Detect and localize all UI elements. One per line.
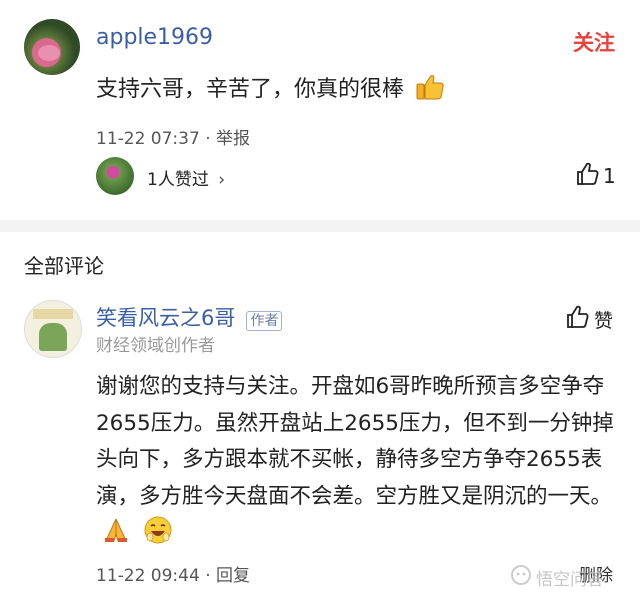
comment-time: 11-22 07:37 bbox=[96, 129, 200, 149]
like-count: 1 bbox=[603, 164, 616, 188]
comment-username[interactable]: apple1969 bbox=[96, 25, 213, 50]
avatar-flower bbox=[38, 45, 60, 61]
section-divider bbox=[0, 220, 640, 232]
liker-avatar[interactable] bbox=[96, 157, 134, 195]
thumbs-up-emoji-icon bbox=[415, 73, 445, 107]
praying-hands-emoji-icon bbox=[102, 516, 130, 557]
reply-like-label: 赞 bbox=[594, 309, 614, 332]
reply-text: 谢谢您的支持与关注。开盘如6哥昨晚所预言多空争夺2655压力。虽然开盘站上265… bbox=[96, 369, 616, 558]
author-subtitle: 财经领域创作者 bbox=[96, 336, 215, 356]
likes-summary-link[interactable]: 1人赞过 › bbox=[147, 165, 225, 190]
like-button[interactable]: 1 bbox=[576, 162, 616, 190]
comment-text-body: 支持六哥，辛苦了，你真的很棒 bbox=[96, 77, 405, 102]
watermark: 悟空问答 bbox=[510, 564, 604, 591]
separator-dot: · bbox=[205, 566, 217, 586]
author-username[interactable]: 笑看风云之6哥 bbox=[96, 306, 235, 330]
likes-summary-text: 1人赞过 bbox=[147, 170, 209, 190]
author-avatar[interactable] bbox=[24, 300, 82, 358]
chevron-right-icon: › bbox=[218, 170, 226, 190]
avatar[interactable] bbox=[24, 19, 80, 75]
reply-meta: 11-22 09:44 · 回复 bbox=[96, 561, 250, 586]
thumbs-up-icon bbox=[566, 305, 590, 333]
section-title: 全部评论 bbox=[24, 254, 104, 278]
reply-link[interactable]: 回复 bbox=[216, 566, 250, 586]
author-name-row: 笑看风云之6哥 作者 bbox=[96, 302, 283, 332]
watermark-logo-icon bbox=[510, 564, 532, 591]
laughing-face-emoji-icon bbox=[143, 515, 173, 558]
avatar-figure bbox=[39, 323, 67, 351]
comment-meta: 11-22 07:37 · 举报 bbox=[96, 124, 250, 149]
reply-text-body: 谢谢您的支持与关注。开盘如6哥昨晚所预言多空争夺2655压力。虽然开盘站上265… bbox=[96, 374, 614, 509]
comment-text: 支持六哥，辛苦了，你真的很棒 bbox=[96, 71, 445, 107]
reply-like-button[interactable]: 赞 bbox=[566, 305, 613, 333]
avatar-banner bbox=[33, 309, 73, 319]
separator-dot: · bbox=[205, 129, 217, 149]
follow-button[interactable]: 关注 bbox=[573, 27, 615, 57]
thumbs-up-icon bbox=[576, 162, 600, 190]
watermark-text: 悟空问答 bbox=[536, 570, 604, 590]
reply-time: 11-22 09:44 bbox=[96, 566, 200, 586]
author-badge: 作者 bbox=[246, 310, 283, 331]
report-link[interactable]: 举报 bbox=[216, 129, 250, 149]
